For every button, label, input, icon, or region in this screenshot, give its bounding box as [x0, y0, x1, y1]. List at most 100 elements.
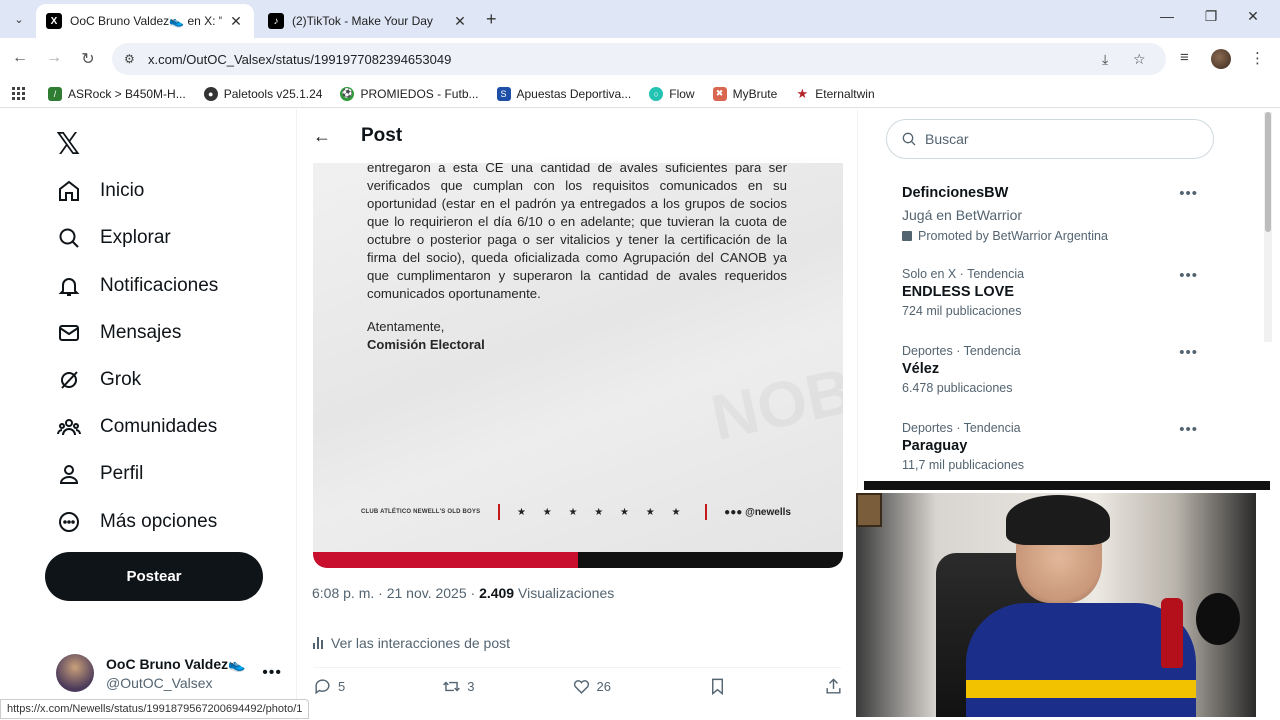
ad-title: DefincionesBW	[902, 185, 1009, 201]
more-dots-icon[interactable]: •••	[1179, 421, 1198, 438]
tab-title: (2)TikTok - Make Your Day	[292, 14, 433, 28]
nav-label: Explorar	[100, 227, 171, 248]
more-dots-icon[interactable]: •••	[262, 664, 282, 682]
wall-picture	[856, 493, 882, 527]
more-dots-icon[interactable]: •••	[1179, 185, 1198, 202]
bookmark-promiedos[interactable]: ⚽ PROMIEDOS - Futb...	[340, 86, 479, 101]
post-image[interactable]: NOB entregaron a esta CE una cantidad de…	[313, 157, 843, 568]
x-logo-icon: X	[46, 13, 62, 29]
install-app-icon[interactable]: ⤓	[1102, 51, 1108, 68]
bookmark-apuestas[interactable]: S Apuestas Deportiva...	[496, 86, 631, 101]
trend-category: Solo en X · Tendencia	[902, 267, 1025, 281]
nav-label: Grok	[100, 369, 142, 390]
back-arrow-icon[interactable]: ←	[313, 126, 335, 147]
address-bar[interactable]: ⚙ x.com/OutOC_Valsex/status/199197708239…	[112, 43, 1166, 75]
bookmark-paletools[interactable]: ● Paletools v25.1.24	[203, 86, 322, 101]
trend-topic: ENDLESS LOVE	[902, 284, 1014, 300]
x-logo-icon[interactable]: 𝕏	[56, 127, 80, 162]
tab-search-button[interactable]: ⌄	[8, 8, 30, 30]
reply-button[interactable]: 5	[313, 677, 345, 696]
scrollbar-thumb[interactable]	[1265, 112, 1271, 232]
microphone	[1196, 593, 1240, 645]
nav-item-explorar[interactable]: Explorar	[56, 225, 171, 251]
search-icon	[902, 132, 916, 146]
black-stripe	[578, 552, 843, 568]
post-timestamp[interactable]: 6:08 p. m. · 21 nov. 2025 ·	[312, 585, 479, 601]
bookmark-button[interactable]	[708, 677, 727, 696]
promiedos-icon: ⚽	[340, 86, 355, 101]
tab-tiktok[interactable]: ♪ (2)TikTok - Make Your Day ✕	[258, 4, 478, 38]
webcam-overlay	[853, 490, 1259, 720]
asrock-icon: /	[48, 86, 62, 101]
bookmark-eternaltwin[interactable]: ★ Eternaltwin	[795, 85, 874, 101]
webcam-border	[864, 481, 1270, 490]
post-interactions-link[interactable]: Ver las interacciones de post	[313, 635, 510, 651]
nav-item-grok[interactable]: Grok	[56, 367, 141, 393]
post-actions: 5 3 26	[313, 677, 843, 696]
nav-item-comunidades[interactable]: Comunidades	[56, 414, 217, 440]
eternaltwin-icon: ★	[796, 85, 809, 101]
url-text: x.com/OutOC_Valsex/status/19919770823946…	[148, 51, 452, 67]
apps-grid-icon[interactable]	[12, 86, 26, 101]
soda-bottle	[1161, 598, 1183, 668]
mybrute-icon: ✖	[712, 86, 727, 101]
trend-item[interactable]: Deportes · Tendencia Vélez 6.478 publica…	[902, 344, 1198, 395]
home-icon	[56, 178, 82, 204]
tab-x-post[interactable]: X OoC Bruno Valdez👟 en X: "El C ✕	[36, 4, 254, 38]
trend-topic: Paraguay	[902, 438, 968, 454]
browser-profile-avatar[interactable]	[1211, 49, 1231, 69]
tab-title: OoC Bruno Valdez👟 en X: "El C	[70, 14, 222, 28]
window-close-button[interactable]: ✕	[1230, 8, 1276, 25]
new-tab-button[interactable]: +	[486, 9, 497, 30]
trend-item[interactable]: Solo en X · Tendencia ENDLESS LOVE 724 m…	[902, 267, 1198, 318]
bookmark-star-icon[interactable]: ☆	[1133, 51, 1146, 68]
tab-strip: ⌄ X OoC Bruno Valdez👟 en X: "El C ✕ ♪ (2…	[0, 0, 1280, 38]
bookmark-mybrute[interactable]: ✖ MyBrute	[712, 86, 777, 101]
minimize-button[interactable]: —	[1144, 8, 1190, 24]
watermark-logo: NOB	[705, 353, 843, 455]
trend-category: Deportes · Tendencia	[902, 344, 1021, 358]
nav-item-perfil[interactable]: Perfil	[56, 461, 143, 487]
views-label: Visualizaciones	[514, 585, 615, 601]
red-stripe	[313, 552, 578, 568]
divider	[497, 504, 500, 520]
trend-item[interactable]: Deportes · Tendencia Paraguay 11,7 mil p…	[902, 421, 1198, 472]
document-body: entregaron a esta CE una cantidad de ava…	[367, 160, 787, 301]
promoted-ad[interactable]: DefincionesBW Jugá en BetWarrior Promote…	[902, 185, 1198, 243]
nav-label: Perfil	[100, 463, 144, 484]
bookmark-flow[interactable]: ○ Flow	[649, 86, 695, 101]
nav-item-mensajes[interactable]: Mensajes	[56, 320, 181, 346]
account-switcher[interactable]: OoC Bruno Valdez👟 @OutOC_Valsex •••	[56, 654, 282, 692]
repost-button[interactable]: 3	[442, 677, 474, 696]
search-input[interactable]: Buscar	[886, 119, 1214, 159]
bookmark-icon	[712, 678, 723, 696]
page-scrollbar[interactable]	[1264, 112, 1272, 342]
bookmark-asrock[interactable]: / ASRock > B450M-H...	[48, 86, 186, 101]
media-control-icon[interactable]: ≡	[1180, 49, 1189, 66]
site-info-icon[interactable]: ⚙	[124, 52, 138, 66]
post-button[interactable]: Postear	[45, 552, 263, 601]
like-button[interactable]: 26	[572, 677, 611, 696]
nav-item-mas-opciones[interactable]: Más opciones	[56, 509, 217, 535]
forward-arrow-icon[interactable]: →	[44, 49, 64, 67]
back-arrow-icon[interactable]: ←	[10, 49, 30, 67]
more-dots-icon[interactable]: •••	[1179, 344, 1198, 361]
share-button[interactable]	[824, 677, 843, 696]
nav-item-notificaciones[interactable]: Notificaciones	[56, 273, 218, 299]
club-name: CLUB ATLÉTICO NEWELL'S OLD BOYS	[361, 509, 481, 515]
analytics-icon	[313, 637, 323, 649]
close-icon[interactable]: ✕	[228, 13, 244, 30]
post-header: ← Post	[297, 109, 857, 163]
trend-count: 11,7 mil publicaciones	[902, 458, 1025, 472]
reload-icon[interactable]: ↻	[78, 49, 98, 69]
document-footer: CLUB ATLÉTICO NEWELL'S OLD BOYS ★ ★ ★ ★ …	[361, 502, 791, 522]
restore-button[interactable]: ❐	[1188, 8, 1234, 25]
nav-label: Notificaciones	[100, 275, 219, 296]
nav-item-inicio[interactable]: Inicio	[56, 178, 144, 204]
nav-label: Mensajes	[100, 322, 182, 343]
menu-kebab-icon[interactable]: ⋮	[1250, 49, 1265, 67]
close-icon[interactable]: ✕	[452, 13, 468, 30]
tiktok-logo-icon: ♪	[268, 13, 284, 29]
more-dots-icon[interactable]: •••	[1179, 267, 1198, 284]
post-metadata: 6:08 p. m. · 21 nov. 2025 · 2.409 Visual…	[312, 585, 614, 601]
